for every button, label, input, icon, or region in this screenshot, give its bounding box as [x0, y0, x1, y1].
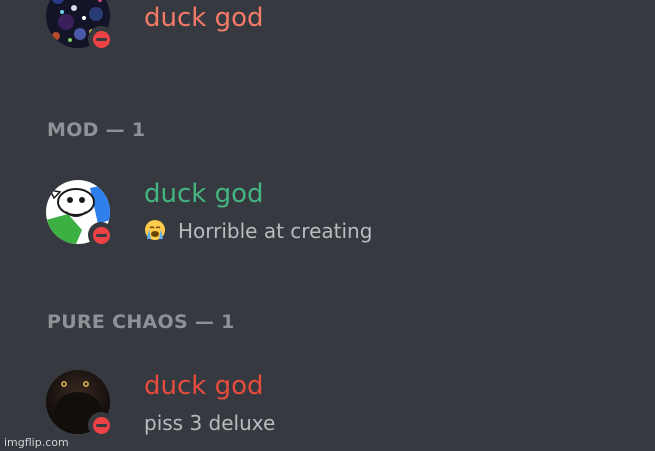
watermark: imgflip.com — [4, 436, 69, 449]
member-row-mod[interactable]: duck god Horrible at creating — [0, 179, 655, 260]
role-header-mod: MOD — 1 — [47, 119, 146, 141]
avatar[interactable] — [46, 180, 114, 248]
avatar[interactable] — [46, 370, 114, 438]
status-dnd-icon — [88, 222, 114, 248]
role-header-pure-chaos: PURE CHAOS — 1 — [47, 311, 235, 333]
member-activity: Horrible at creating — [144, 218, 372, 244]
activity-text: Horrible at creating — [178, 219, 373, 243]
member-name: duck god — [144, 3, 264, 33]
member-row-top[interactable]: duck god — [0, 0, 655, 64]
member-name: duck god — [144, 179, 264, 209]
avatar[interactable] — [46, 0, 114, 52]
status-dnd-icon — [88, 412, 114, 438]
member-activity: piss 3 deluxe — [144, 411, 276, 435]
loudly-crying-face-icon — [145, 220, 165, 240]
status-dnd-icon — [88, 26, 114, 52]
member-name: duck god — [144, 371, 264, 401]
member-row-pure-chaos[interactable]: duck god piss 3 deluxe — [0, 370, 655, 450]
